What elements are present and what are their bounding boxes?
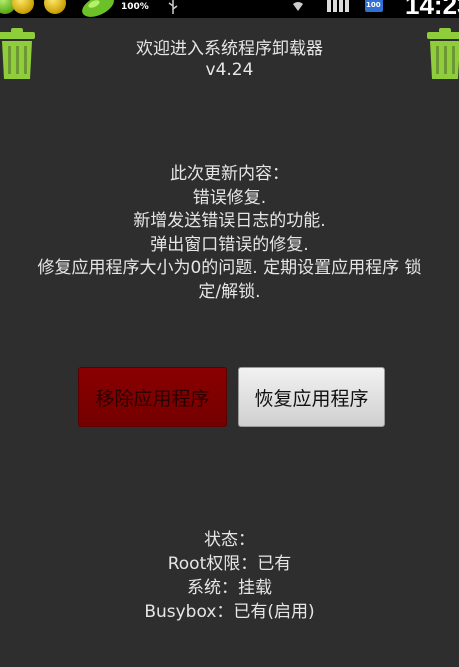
changelog-line: 修复应用程序大小为0的问题. 定期设置应用程序 锁 bbox=[37, 258, 422, 278]
changelog-line: 错误修复. bbox=[192, 187, 267, 208]
status-bar: 100% 100 14:23 bbox=[0, 0, 459, 18]
changelog-heading: 此次更新内容： bbox=[170, 164, 289, 184]
app-notification-icon bbox=[44, 0, 66, 14]
status-busybox: Busybox：已有(启用) bbox=[144, 602, 315, 622]
battery-level-label: 100 bbox=[366, 1, 381, 9]
changelog-line: 弹出窗口错误的修复. bbox=[150, 234, 309, 255]
app-version: v4.24 bbox=[205, 60, 254, 80]
status-root: Root权限：已有 bbox=[167, 554, 292, 574]
battery-icon: 100 bbox=[365, 0, 383, 12]
wifi-icon bbox=[293, 2, 303, 11]
changelog-line: 定/解锁. bbox=[198, 281, 261, 302]
clock: 14:23 bbox=[405, 0, 459, 18]
app-title: 欢迎进入系统程序卸载器 bbox=[136, 39, 323, 59]
changelog: 此次更新内容： 错误修复. 新增发送错误日志的功能. 弹出窗口错误的修复. 修复… bbox=[0, 163, 459, 304]
app-notification-icon bbox=[12, 0, 34, 14]
signal-icon bbox=[327, 0, 349, 12]
usb-icon bbox=[168, 0, 178, 14]
status-panel: 状态： Root权限：已有 系统：挂载 Busybox：已有(启用) bbox=[0, 528, 459, 624]
status-system: 系统：挂载 bbox=[187, 578, 272, 598]
battery-percent-label: 100% bbox=[121, 2, 149, 12]
cucumber-app-icon bbox=[82, 0, 114, 17]
restore-apps-button[interactable]: 恢复应用程序 bbox=[238, 367, 385, 427]
status-heading: 状态： bbox=[204, 530, 255, 550]
changelog-line: 新增发送错误日志的功能. bbox=[133, 211, 326, 231]
remove-apps-button[interactable]: 移除应用程序 bbox=[78, 367, 227, 427]
app-screen: 100% 100 14:23 欢迎进入系统程序 bbox=[0, 0, 459, 667]
